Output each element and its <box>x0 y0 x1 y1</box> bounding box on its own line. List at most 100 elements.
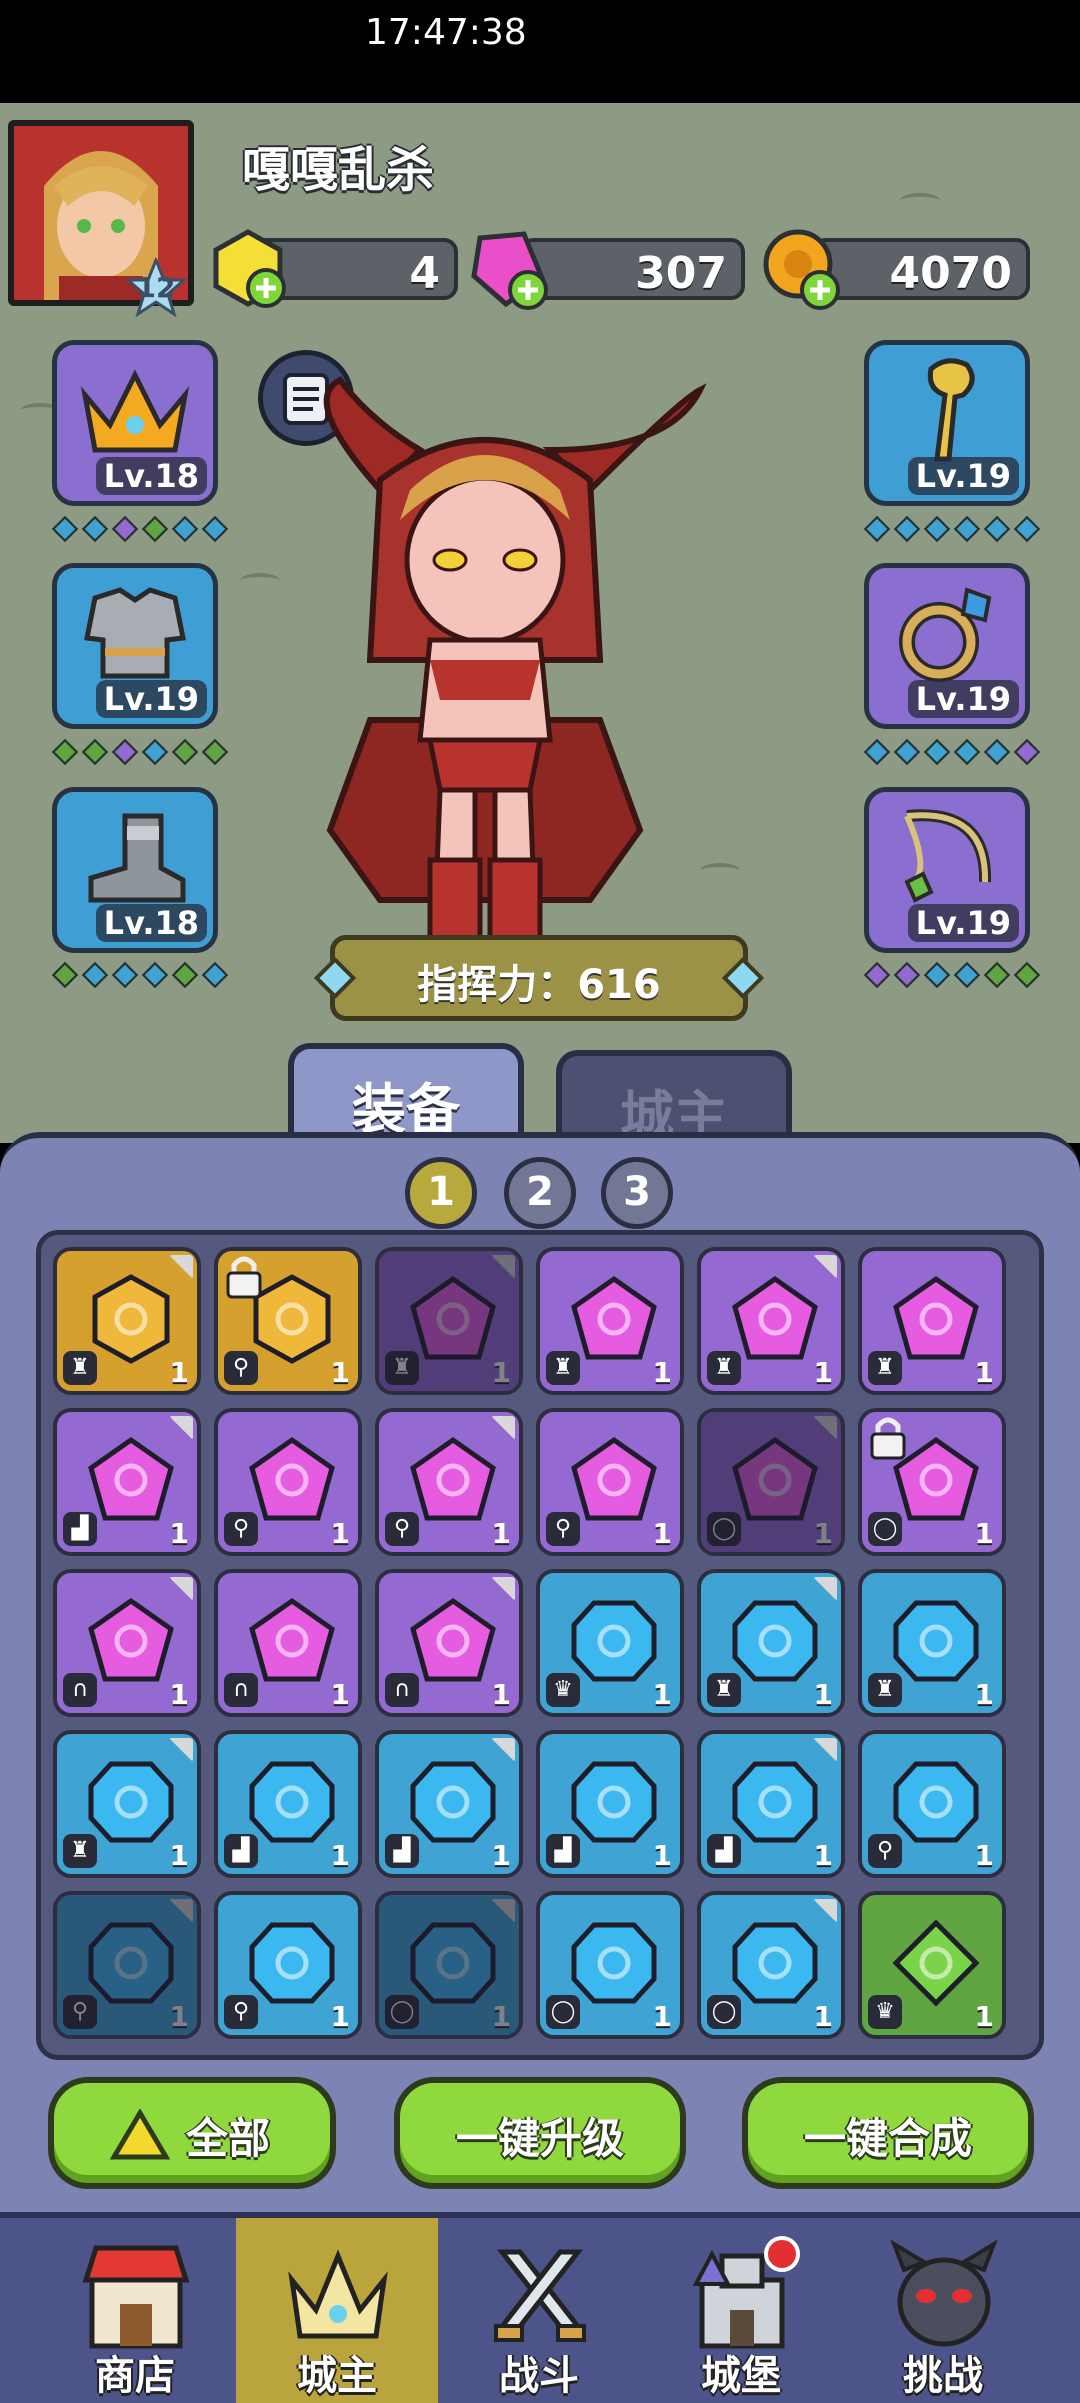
staff-type-icon: ⚲ <box>868 1834 902 1868</box>
item-count: 1 <box>169 2000 189 2033</box>
nav-lord[interactable]: 城主 <box>236 2218 438 2403</box>
inventory-item[interactable]: ♜ 1 <box>375 1247 523 1395</box>
armor-type-icon: ♜ <box>707 1351 741 1385</box>
item-count: 1 <box>491 1839 511 1872</box>
item-count: 1 <box>974 1517 994 1550</box>
armor-icon <box>84 587 186 679</box>
inventory-item[interactable]: ⚲ 1 <box>53 1891 201 2039</box>
nav-label: 战斗 <box>499 2353 579 2399</box>
inventory-item[interactable]: ♜ 1 <box>697 1569 845 1717</box>
filter-all-button[interactable]: 全部 <box>48 2077 336 2189</box>
gem-icon <box>571 1761 657 1843</box>
inventory-item[interactable]: ♜ 1 <box>536 1247 684 1395</box>
armor-quality-diamonds <box>51 738 229 766</box>
inventory-item[interactable]: ∩ 1 <box>214 1569 362 1717</box>
equip-slot-staff[interactable]: Lv.19 <box>864 340 1030 506</box>
gem-icon <box>571 1275 657 1360</box>
equip-level: Lv.19 <box>907 457 1019 495</box>
coin-count: 4070 <box>889 248 1012 299</box>
merge-all-button[interactable]: 一键合成 <box>742 2077 1034 2189</box>
nav-challenge[interactable]: 挑战 <box>842 2218 1044 2403</box>
inventory-item[interactable]: ♜ 1 <box>697 1247 845 1395</box>
inventory-item[interactable]: ♛ 1 <box>858 1891 1006 2039</box>
necklace-type-icon: ∩ <box>224 1673 258 1707</box>
gem-icon <box>410 1597 496 1682</box>
inventory-item[interactable]: ⚲ 1 <box>536 1408 684 1556</box>
gem-icon <box>249 1597 335 1682</box>
crossed-swords-icon <box>494 2249 586 2342</box>
inventory-item[interactable]: ◯ 1 <box>375 1891 523 2039</box>
page-button-1[interactable]: 1 <box>405 1157 477 1229</box>
new-item-corner-marker <box>491 1577 515 1601</box>
gem-icon <box>893 1761 979 1843</box>
boots-icon <box>88 813 186 903</box>
inventory-item[interactable]: ♜ 1 <box>53 1247 201 1395</box>
inventory-item[interactable]: ▟ 1 <box>536 1730 684 1878</box>
equip-level: Lv.18 <box>95 904 207 942</box>
pink-gem-add-icon[interactable] <box>466 226 550 310</box>
inventory-item[interactable]: ▟ 1 <box>697 1730 845 1878</box>
new-item-corner-marker <box>169 1738 193 1762</box>
gem-icon <box>732 1275 818 1360</box>
equip-slot-ring[interactable]: Lv.19 <box>864 563 1030 729</box>
inventory-item[interactable]: ♜ 1 <box>858 1247 1006 1395</box>
inventory-item[interactable]: ◯ 1 <box>858 1408 1006 1556</box>
inventory-item[interactable]: ∩ 1 <box>53 1569 201 1717</box>
inventory-item[interactable]: ♛ 1 <box>536 1569 684 1717</box>
status-time: 17:47:38 <box>365 12 527 53</box>
page-button-3[interactable]: 3 <box>601 1157 673 1229</box>
command-power-banner: 指挥力：616 <box>330 935 748 1021</box>
necklace-type-icon: ∩ <box>63 1673 97 1707</box>
upgrade-all-button[interactable]: 一键升级 <box>394 2077 686 2189</box>
tab-equipment[interactable]: 装备 <box>288 1043 524 1143</box>
inventory-item[interactable]: ▟ 1 <box>53 1408 201 1556</box>
ring-type-icon: ◯ <box>868 1512 902 1546</box>
armor-type-icon: ♜ <box>868 1673 902 1707</box>
inventory-item[interactable]: ▟ 1 <box>214 1730 362 1878</box>
new-item-corner-marker <box>491 1738 515 1762</box>
gem-icon <box>892 1919 980 2007</box>
coin-add-icon[interactable] <box>758 226 842 310</box>
staff-icon <box>927 358 975 462</box>
nav-shop[interactable]: 商店 <box>34 2218 236 2403</box>
shop-icon <box>82 2245 190 2349</box>
item-count: 1 <box>813 1839 833 1872</box>
equip-slot-necklace[interactable]: Lv.19 <box>864 787 1030 953</box>
crown-type-icon: ♛ <box>868 1995 902 2029</box>
inventory-item[interactable]: ♜ 1 <box>858 1569 1006 1717</box>
inventory-item[interactable]: ⚲ 1 <box>214 1408 362 1556</box>
inventory-item[interactable]: ♜ 1 <box>53 1730 201 1878</box>
gem-icon <box>893 1600 979 1682</box>
nav-castle[interactable]: 城堡 <box>640 2218 842 2403</box>
item-count: 1 <box>491 2000 511 2033</box>
nav-battle[interactable]: 战斗 <box>438 2218 640 2403</box>
inventory-item[interactable]: ◯ 1 <box>697 1891 845 2039</box>
item-count: 1 <box>652 1839 672 1872</box>
page-button-2[interactable]: 2 <box>504 1157 576 1229</box>
item-count: 1 <box>491 1356 511 1389</box>
nav-label: 商店 <box>95 2353 175 2399</box>
gold-gem-add-icon[interactable] <box>206 226 290 310</box>
new-item-corner-marker <box>813 1899 837 1923</box>
equip-slot-boots[interactable]: Lv.18 <box>52 787 218 953</box>
gold-gem-count: 4 <box>409 248 440 299</box>
staff-type-icon: ⚲ <box>546 1512 580 1546</box>
ring-icon <box>899 587 992 682</box>
necklace-type-icon: ∩ <box>385 1673 419 1707</box>
player-name: 嘎嘎乱杀 <box>242 142 435 198</box>
inventory-item[interactable]: ∩ 1 <box>375 1569 523 1717</box>
equip-slot-armor[interactable]: Lv.19 <box>52 563 218 729</box>
inventory-item[interactable]: ◯ 1 <box>536 1891 684 2039</box>
inventory-item[interactable]: ▟ 1 <box>375 1730 523 1878</box>
inventory-item[interactable]: ⚲ 1 <box>858 1730 1006 1878</box>
staff-type-icon: ⚲ <box>224 1351 258 1385</box>
item-count: 1 <box>813 1356 833 1389</box>
equip-slot-crown[interactable]: Lv.18 <box>52 340 218 506</box>
inventory-item[interactable]: ◯ 1 <box>697 1408 845 1556</box>
inventory-item[interactable]: ⚲ 1 <box>375 1408 523 1556</box>
inventory-item[interactable]: ⚲ 1 <box>214 1247 362 1395</box>
inventory-item[interactable]: ⚲ 1 <box>214 1891 362 2039</box>
lock-icon <box>870 1417 906 1460</box>
new-item-corner-marker <box>813 1255 837 1279</box>
item-count: 1 <box>652 1517 672 1550</box>
